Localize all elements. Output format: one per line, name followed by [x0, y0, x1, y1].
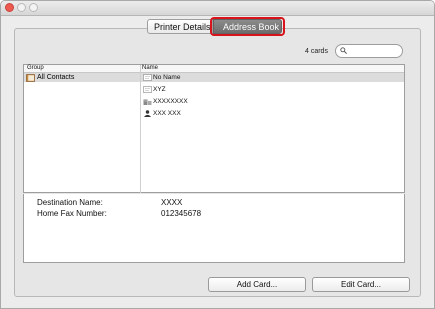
building-icon: [143, 99, 152, 105]
close-window-button[interactable]: [5, 3, 14, 12]
tab-bar: Printer Details Address Book: [147, 17, 285, 36]
search-field[interactable]: [335, 44, 403, 58]
group-item-all-contacts[interactable]: All Contacts: [24, 73, 140, 82]
group-label: All Contacts: [37, 74, 75, 81]
address-book-window: Printer Details Address Book 4 cards Gro…: [0, 0, 435, 309]
search-icon: [340, 47, 347, 54]
minimize-window-button[interactable]: [17, 3, 26, 12]
destination-name-label: Destination Name:: [37, 198, 103, 207]
home-fax-number-label: Home Fax Number:: [37, 209, 107, 218]
add-card-button[interactable]: Add Card...: [208, 277, 306, 292]
list-header: Group Name: [24, 65, 404, 73]
name-label: XXXXXXXX: [153, 98, 188, 105]
title-bar: [1, 1, 434, 16]
home-fax-number-value: 012345678: [161, 209, 202, 218]
tab-printer-details[interactable]: Printer Details: [147, 19, 213, 34]
cards-count: 4 cards: [305, 48, 328, 55]
card-icon: [143, 86, 152, 93]
person-icon: [144, 110, 151, 117]
name-item-no-name[interactable]: No Name: [141, 73, 404, 82]
name-item-xxxxxxxx[interactable]: XXXXXXXX: [141, 97, 404, 106]
name-item-xyz[interactable]: XYZ: [141, 85, 404, 94]
destination-name-value: XXXX: [161, 198, 183, 207]
contacts-book-icon: [26, 73, 35, 82]
contact-details: Destination Name: XXXX Home Fax Number: …: [23, 194, 405, 263]
name-label: No Name: [153, 74, 181, 81]
card-icon: [143, 74, 152, 81]
name-item-xxx-xxx[interactable]: XXX XXX: [141, 109, 404, 118]
zoom-window-button[interactable]: [29, 3, 38, 12]
name-label: XYZ: [153, 86, 166, 93]
tab-address-book[interactable]: Address Book: [210, 17, 285, 36]
group-column-header[interactable]: Group: [27, 65, 44, 72]
name-column-header[interactable]: Name: [142, 65, 158, 72]
name-label: XXX XXX: [153, 110, 181, 117]
contacts-list: Group Name All Contacts No Name XYZ XXXX…: [23, 64, 405, 193]
edit-card-button[interactable]: Edit Card...: [312, 277, 410, 292]
